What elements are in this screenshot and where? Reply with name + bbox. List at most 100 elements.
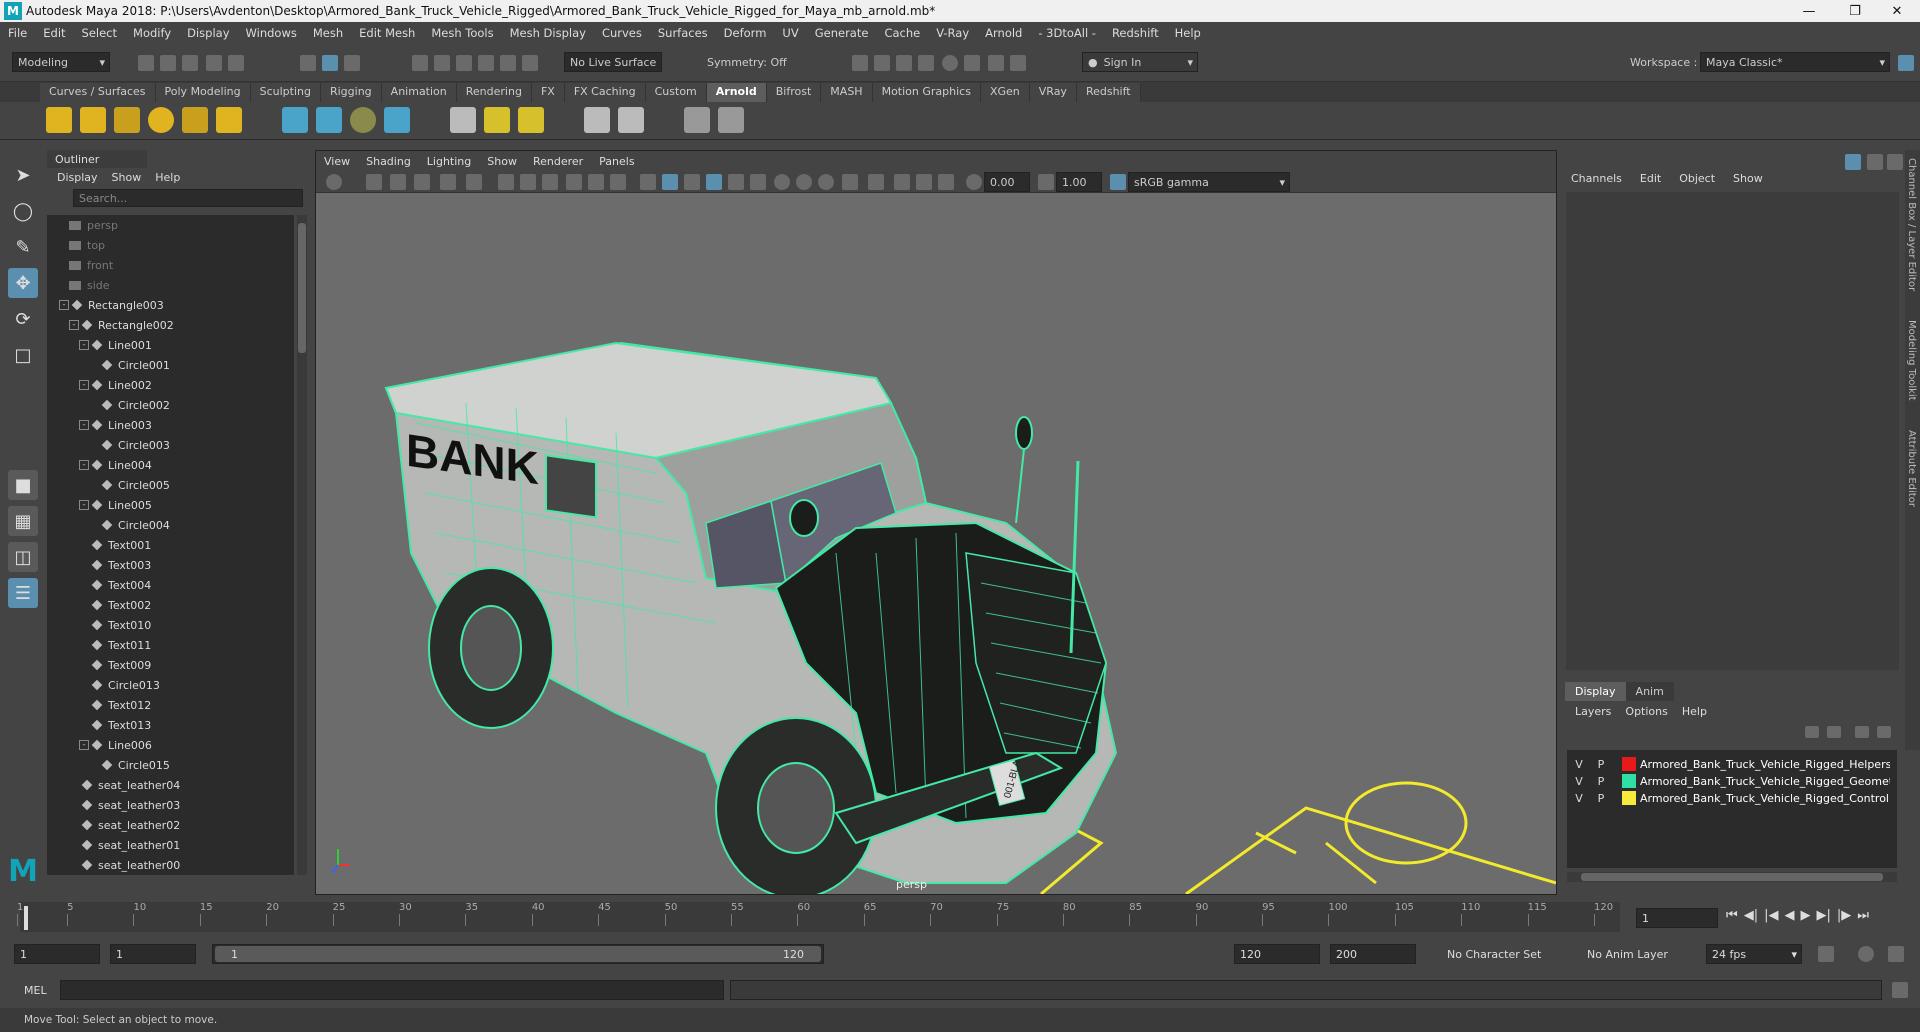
shadows-icon[interactable] xyxy=(774,174,790,190)
play-backward-icon[interactable]: ◀ xyxy=(1784,908,1794,923)
outliner-row[interactable]: seat_leather01 xyxy=(47,835,294,855)
viewport-panel[interactable]: View Shading Lighting Show Renderer Panels 0.… xyxy=(315,150,1557,895)
mel-input[interactable] xyxy=(60,980,724,1000)
shelf-tab-poly-modeling[interactable]: Poly Modeling xyxy=(155,83,251,102)
rotate-tool-icon[interactable]: ⟳ xyxy=(8,304,38,334)
viewport-menu-view[interactable]: View xyxy=(316,155,358,168)
layer-visibility-toggle[interactable]: V xyxy=(1568,792,1590,805)
outliner-row[interactable]: seat_leather04 xyxy=(47,775,294,795)
viewport-menu-shading[interactable]: Shading xyxy=(358,155,419,168)
menu-surfaces[interactable]: Surfaces xyxy=(650,26,716,40)
shelf-tab-arnold[interactable]: Arnold xyxy=(706,83,767,102)
go-to-start-icon[interactable]: ⏮ xyxy=(1726,908,1738,923)
workspace-dropdown[interactable]: Maya Classic* ▾ xyxy=(1700,52,1890,72)
layer-playback-toggle[interactable]: P xyxy=(1590,792,1612,805)
colorspace-dropdown[interactable]: sRGB gamma ▾ xyxy=(1128,172,1290,192)
menu-cache[interactable]: Cache xyxy=(876,26,928,40)
outliner-row[interactable]: Text010 xyxy=(47,615,294,635)
paint-select-icon[interactable]: ✎ xyxy=(8,232,38,262)
save-scene-icon[interactable] xyxy=(182,55,198,71)
mode-dropdown[interactable]: Modeling ▾ xyxy=(12,52,110,72)
toggle-panel-icon[interactable] xyxy=(1898,55,1914,71)
outliner-row[interactable]: Circle013 xyxy=(47,675,294,695)
range-slider-handle[interactable] xyxy=(215,946,821,962)
layer-color-swatch[interactable] xyxy=(1622,757,1636,771)
safe-action-icon[interactable] xyxy=(610,174,626,190)
tx-manager-icon[interactable] xyxy=(584,107,610,133)
outliner-row[interactable]: - Line001 xyxy=(47,335,294,355)
expand-toggle-icon[interactable]: - xyxy=(79,420,89,430)
export-standin-icon[interactable] xyxy=(316,107,342,133)
outliner-row[interactable]: - Rectangle002 xyxy=(47,315,294,335)
scrollbar-thumb[interactable] xyxy=(298,223,306,353)
layer-playback-toggle[interactable]: P xyxy=(1590,775,1612,788)
channel-box-area[interactable] xyxy=(1566,192,1899,670)
outliner-row[interactable]: Circle004 xyxy=(47,515,294,535)
move-layer-up-icon[interactable] xyxy=(1805,726,1819,738)
expand-toggle-icon[interactable]: - xyxy=(59,300,69,310)
shelf-tab-motion-graphics[interactable]: Motion Graphics xyxy=(872,83,981,102)
move-layer-down-icon[interactable] xyxy=(1827,726,1841,738)
magnet-icon[interactable] xyxy=(522,55,538,71)
side-tab-channel-box[interactable]: Channel Box / Layer Editor xyxy=(1906,158,1917,291)
snap-surface-icon[interactable] xyxy=(500,55,516,71)
outliner-row[interactable]: seat_leather02 xyxy=(47,815,294,835)
step-back-frame-icon[interactable]: |◀ xyxy=(1764,908,1778,923)
render-frame-icon[interactable] xyxy=(874,55,890,71)
bookmark-icon[interactable] xyxy=(390,174,406,190)
snap-curve-icon[interactable] xyxy=(434,55,450,71)
textured-icon[interactable] xyxy=(728,174,744,190)
outliner-row[interactable]: - Line005 xyxy=(47,495,294,515)
gamma-field[interactable]: 1.00 xyxy=(1056,172,1102,192)
grid-toggle-icon[interactable] xyxy=(498,174,514,190)
loop-icon[interactable] xyxy=(1818,946,1834,962)
shelf-tab-rigging[interactable]: Rigging xyxy=(320,83,382,102)
outliner-row[interactable]: Text002 xyxy=(47,595,294,615)
outliner-row[interactable]: Circle001 xyxy=(47,355,294,375)
resolution-gate-icon[interactable] xyxy=(542,174,558,190)
mel-label[interactable]: MEL xyxy=(24,984,47,997)
render-view-eye-icon[interactable] xyxy=(684,107,710,133)
hypershade-icon[interactable] xyxy=(942,55,958,71)
motion-blur-icon[interactable] xyxy=(818,174,834,190)
cb-menu-edit[interactable]: Edit xyxy=(1640,172,1661,185)
menu-file[interactable]: File xyxy=(0,26,35,40)
shelf-tab-sculpting[interactable]: Sculpting xyxy=(250,83,321,102)
playback-end-field[interactable]: 120 xyxy=(1234,944,1320,964)
field-chart-icon[interactable] xyxy=(588,174,604,190)
outliner-search-input[interactable]: Search... xyxy=(73,189,303,207)
symmetry-dropdown[interactable]: Symmetry: Off xyxy=(702,52,802,72)
menu-display[interactable]: Display xyxy=(179,26,237,40)
shelf-tab-xgen[interactable]: XGen xyxy=(980,83,1030,102)
outliner-row[interactable]: seat_leather00 xyxy=(47,855,294,875)
outliner-row[interactable]: Text009 xyxy=(47,655,294,675)
side-tab-attribute-editor[interactable]: Attribute Editor xyxy=(1906,430,1917,507)
animation-end-field[interactable]: 200 xyxy=(1330,944,1416,964)
film-gate-icon[interactable] xyxy=(520,174,536,190)
layer-menu-options[interactable]: Options xyxy=(1625,705,1667,718)
minimize-icon[interactable]: — xyxy=(1786,0,1832,22)
menu-modify[interactable]: Modify xyxy=(125,26,179,40)
layer-visibility-toggle[interactable]: V xyxy=(1568,758,1590,771)
outliner-row[interactable]: Text001 xyxy=(47,535,294,555)
camera-attributes-icon[interactable] xyxy=(366,174,382,190)
expand-toggle-icon[interactable]: - xyxy=(79,340,89,350)
color-management-icon[interactable] xyxy=(1110,174,1126,190)
outliner-layout-icon[interactable]: ☰ xyxy=(8,578,38,608)
menu-mesh-display[interactable]: Mesh Display xyxy=(502,26,594,40)
flush-cache-icon[interactable] xyxy=(450,107,476,133)
outliner-row[interactable]: Text011 xyxy=(47,635,294,655)
render-settings-icon[interactable] xyxy=(918,55,934,71)
smooth-shade-icon[interactable] xyxy=(662,174,678,190)
menu-uv[interactable]: UV xyxy=(774,26,806,40)
menu-generate[interactable]: Generate xyxy=(807,26,877,40)
menu-help[interactable]: Help xyxy=(1167,26,1209,40)
grease-pencil-icon[interactable] xyxy=(440,174,456,190)
flush-all-icon[interactable] xyxy=(518,107,544,133)
photometric-light-icon[interactable] xyxy=(148,107,174,133)
outliner-row[interactable]: Circle005 xyxy=(47,475,294,495)
outliner-menu-display[interactable]: Display xyxy=(57,171,98,184)
menu-deform[interactable]: Deform xyxy=(716,26,775,40)
redo-icon[interactable] xyxy=(228,55,244,71)
outliner-row[interactable]: Text012 xyxy=(47,695,294,715)
